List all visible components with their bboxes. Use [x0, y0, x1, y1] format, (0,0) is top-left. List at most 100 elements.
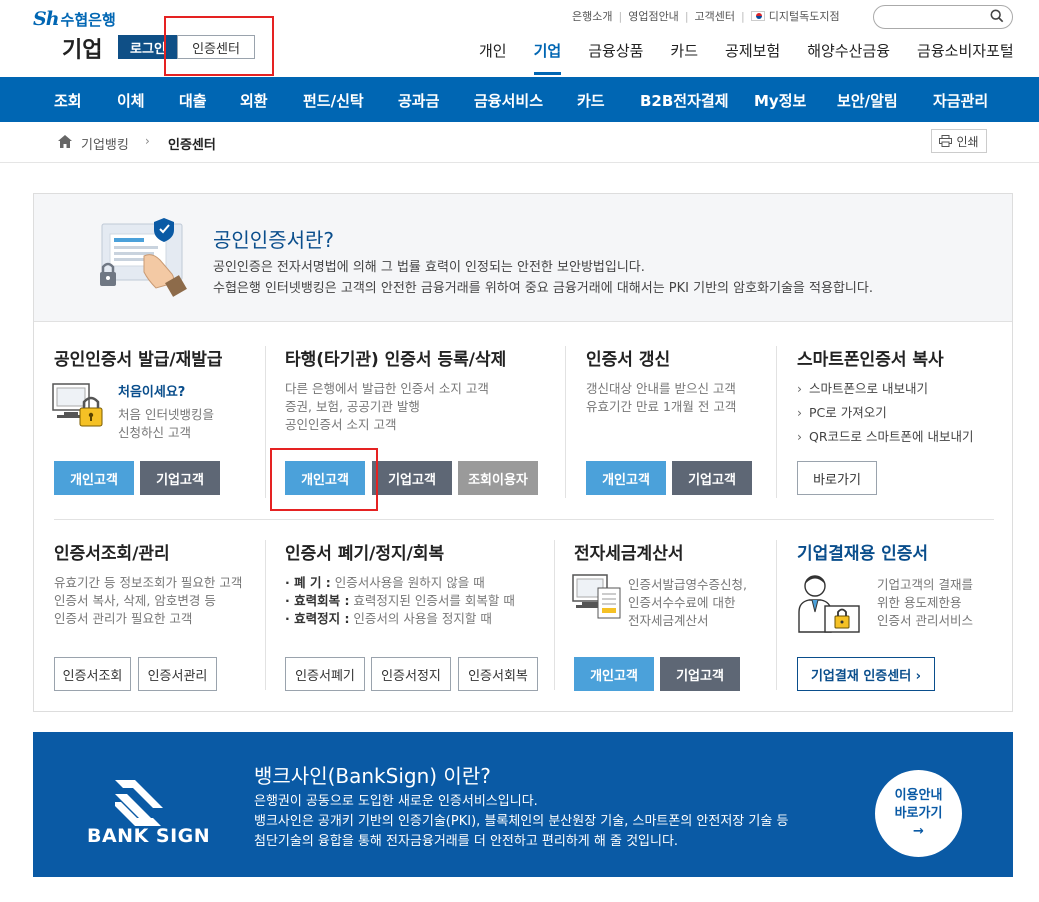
util-links: 은행소개 | 영업점안내 | 고객센터 | 디지털독도지점 — [572, 8, 840, 24]
util-link-about[interactable]: 은행소개 — [572, 8, 612, 24]
tax-desc-line: 인증서발급영수증신청, — [628, 577, 747, 592]
corp-pay-title: 기업결재용 인증서 — [797, 544, 929, 564]
revoke-def-row: · 폐 기 : 인증서사용을 원하지 않을 때 — [285, 574, 515, 592]
subnav-transfer[interactable]: 이체 — [117, 90, 145, 111]
divider — [776, 540, 777, 690]
issue-personal-button[interactable]: 개인고객 — [54, 461, 134, 495]
subnav-service[interactable]: 금융서비스 — [474, 90, 543, 111]
util-link-dokdo[interactable]: 디지털독도지점 — [769, 8, 840, 24]
breadcrumb-arrow-icon: › — [145, 134, 150, 148]
revoke-def-row: · 효력회복 : 효력정지된 인증서를 회복할 때 — [285, 592, 515, 610]
breadcrumb: 기업뱅킹 › 인증센터 인쇄 — [0, 122, 1039, 163]
arrow-right-icon: → — [913, 823, 924, 839]
home-icon[interactable] — [58, 135, 72, 148]
banner-title: 뱅크사인(BankSign) 이란? — [254, 764, 491, 788]
other-bank-corporate-button[interactable]: 기업고객 — [372, 461, 452, 495]
tax-corporate-button[interactable]: 기업고객 — [660, 657, 740, 691]
issue-desc: 처음 인터넷뱅킹을 신청하신 고객 — [118, 406, 214, 442]
breadcrumb-home[interactable]: 기업뱅킹 — [81, 134, 129, 153]
subnav-myinfo[interactable]: My정보 — [754, 90, 806, 111]
subnav-loan[interactable]: 대출 — [179, 90, 207, 111]
subnav-security[interactable]: 보안/알림 — [837, 90, 898, 111]
computer-lock-icon — [52, 383, 103, 427]
banner-desc-line: 은행권이 공동으로 도입한 새로운 인증서비스입니다. — [254, 794, 538, 809]
revoke-definitions: · 폐 기 : 인증서사용을 원하지 않을 때 · 효력회복 : 효력정지된 인… — [285, 574, 515, 628]
gnb-fisheries[interactable]: 해양수산금융 — [807, 40, 890, 61]
korea-flag-icon — [750, 11, 765, 21]
search-input[interactable] — [873, 5, 1013, 29]
issue-corporate-button[interactable]: 기업고객 — [140, 461, 220, 495]
cert-revoke-button[interactable]: 인증서폐기 — [285, 657, 365, 691]
smartphone-item-export[interactable]: 스마트폰으로 내보내기 — [797, 377, 973, 401]
other-bank-desc-line: 다른 은행에서 발급한 인증서 소지 고객 — [285, 381, 489, 396]
revoke-def-term: · 폐 기 : — [285, 575, 331, 590]
tax-personal-button[interactable]: 개인고객 — [574, 657, 654, 691]
gnb-insurance[interactable]: 공제보험 — [725, 40, 780, 61]
banksign-guide-button[interactable]: 이용안내 바로가기 → — [875, 770, 962, 857]
corp-pay-desc-line: 인증서 관리서비스 — [877, 613, 973, 628]
manage-title: 인증서조회/관리 — [54, 544, 170, 564]
breadcrumb-current: 인증센터 — [168, 138, 216, 153]
smartphone-list: 스마트폰으로 내보내기 PC로 가져오기 QR코드로 스마트폰에 내보내기 — [797, 377, 973, 449]
other-bank-personal-button[interactable]: 개인고객 — [285, 461, 365, 495]
divider — [565, 346, 566, 498]
subnav-utility[interactable]: 공과금 — [398, 90, 439, 111]
divider — [265, 346, 266, 498]
renew-personal-button[interactable]: 개인고객 — [586, 461, 666, 495]
search-icon[interactable] — [990, 9, 1004, 23]
revoke-def-term: · 효력정지 : — [285, 611, 350, 626]
subnav-fund[interactable]: 펀드/신탁 — [303, 90, 364, 111]
issue-title: 공인인증서 발급/재발급 — [54, 350, 223, 370]
subnav-forex[interactable]: 외환 — [240, 90, 268, 111]
cert-restore-button[interactable]: 인증서회복 — [458, 657, 538, 691]
divider — [776, 346, 777, 498]
revoke-def-desc: 인증서사용을 원하지 않을 때 — [330, 575, 485, 590]
tax-invoice-icon — [572, 574, 621, 619]
logo-name: 수협은행 — [60, 10, 116, 29]
divider — [54, 519, 994, 520]
other-bank-inquiry-button[interactable]: 조회이용자 — [458, 461, 538, 495]
login-button[interactable]: 로그인 — [118, 35, 178, 59]
divider — [554, 540, 555, 690]
gnb-corporate[interactable]: 기업 — [533, 40, 561, 75]
subnav-funds[interactable]: 자금관리 — [933, 90, 988, 111]
banner-desc: 은행권이 공동으로 도입한 새로운 인증서비스입니다. 뱅크사인은 공개키 기반… — [254, 792, 788, 852]
gnb-products[interactable]: 금융상품 — [588, 40, 643, 61]
cert-suspend-button[interactable]: 인증서정지 — [371, 657, 451, 691]
gnb-consumer[interactable]: 금융소비자포털 — [917, 40, 1014, 61]
header: Sh 수협은행 기업 로그인 인증센터 은행소개 | 영업점안내 | 고객센터 … — [0, 0, 1039, 77]
printer-icon — [939, 135, 953, 147]
cert-manage-button[interactable]: 인증서관리 — [138, 657, 217, 691]
renew-corporate-button[interactable]: 기업고객 — [672, 461, 752, 495]
subnav-card[interactable]: 카드 — [577, 90, 605, 111]
smartphone-item-qr[interactable]: QR코드로 스마트폰에 내보내기 — [797, 425, 973, 449]
issue-desc-line: 처음 인터넷뱅킹을 — [118, 407, 214, 422]
intro-line-2: 수협은행 인터넷뱅킹은 고객의 안전한 금융거래를 위하여 중요 금융거래에 대… — [213, 281, 873, 296]
smartphone-title: 스마트폰인증서 복사 — [797, 350, 944, 370]
other-bank-desc: 다른 은행에서 발급한 인증서 소지 고객 증권, 보험, 공공기관 발행 공인… — [285, 380, 489, 434]
corp-pay-center-button[interactable]: 기업결재 인증센터 › — [797, 657, 935, 691]
renew-desc: 갱신대상 안내를 받으신 고객 유효기간 만료 1개월 전 고객 — [586, 380, 736, 416]
smartphone-item-import[interactable]: PC로 가져오기 — [797, 401, 973, 425]
cert-inquiry-button[interactable]: 인증서조회 — [54, 657, 131, 691]
smartphone-go-button[interactable]: 바로가기 — [797, 461, 877, 495]
manage-desc-line: 인증서 복사, 삭제, 암호변경 등 — [54, 593, 216, 608]
subnav-b2b[interactable]: B2B전자결제 — [640, 90, 729, 111]
util-link-support[interactable]: 고객센터 — [695, 8, 735, 24]
gnb-card[interactable]: 카드 — [670, 40, 698, 61]
gnb-personal[interactable]: 개인 — [479, 40, 507, 61]
section-title: 기업 — [62, 38, 103, 63]
subnav-inquiry[interactable]: 조회 — [54, 90, 82, 111]
util-link-branch[interactable]: 영업점안내 — [628, 8, 679, 24]
renew-title: 인증서 갱신 — [586, 350, 671, 370]
banner-cta-label: 바로가기 — [894, 805, 943, 821]
revoke-def-desc: 효력정지된 인증서를 회복할 때 — [349, 593, 515, 608]
intro-title: 공인인증서란? — [213, 228, 335, 252]
logo[interactable]: Sh 수협은행 — [33, 8, 116, 30]
banksign-logo-text: BANK SIGN — [87, 825, 211, 847]
first-time-link[interactable]: 처음이세요? — [118, 381, 185, 400]
revoke-title: 인증서 폐기/정지/회복 — [285, 544, 445, 564]
cert-center-button[interactable]: 인증센터 — [177, 35, 255, 59]
print-button[interactable]: 인쇄 — [931, 129, 987, 153]
manage-desc-line: 유효기간 등 정보조회가 필요한 고객 — [54, 575, 243, 590]
